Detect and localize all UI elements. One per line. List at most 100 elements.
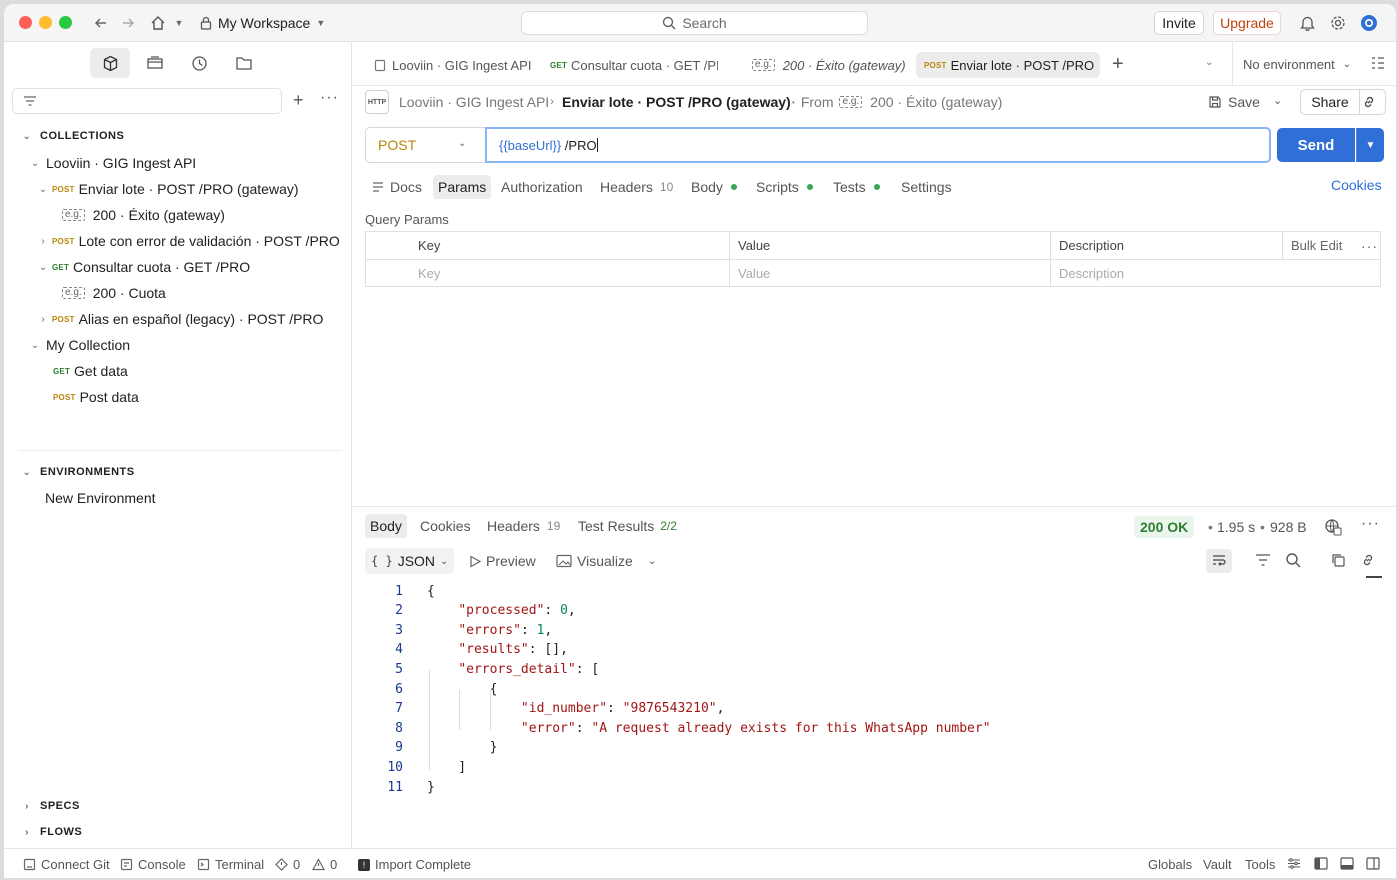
minimize-window-button[interactable] <box>39 16 52 29</box>
tree-request-lote-error[interactable]: › POST Lote con error de validación · PO… <box>4 228 352 254</box>
tab-docs[interactable]: Docs <box>367 175 427 199</box>
visualize-options-chevron-icon[interactable]: ⌄ <box>648 548 656 574</box>
status-badge[interactable]: 200 OK <box>1134 516 1195 538</box>
response-tab-test-results[interactable]: Test Results 2/2 <box>573 514 682 538</box>
layout-bottom-icon[interactable] <box>1340 857 1354 870</box>
tab-headers[interactable]: Headers 10 <box>595 175 678 199</box>
share-button[interactable]: Share <box>1301 90 1359 114</box>
environment-item[interactable]: New Environment <box>4 485 352 511</box>
tab-enviar-lote[interactable]: POST Enviar lote · POST /PRO <box>916 52 1100 78</box>
param-key-input[interactable]: Key <box>410 260 728 287</box>
environments-tab-icon[interactable] <box>135 48 175 78</box>
scrollbar[interactable] <box>1366 576 1382 578</box>
filter-input[interactable] <box>12 88 282 114</box>
tree-collection-looviin[interactable]: ⌄ Looviin · GIG Ingest API <box>4 150 352 176</box>
more-options-icon[interactable]: ··· <box>1353 232 1378 259</box>
environment-selector[interactable]: No environment ⌄ <box>1243 57 1351 72</box>
terminal-button[interactable]: Terminal <box>197 857 264 872</box>
search-input[interactable]: Search <box>521 11 868 35</box>
preview-button[interactable]: Preview <box>469 548 536 574</box>
tree-example-exito[interactable]: e.g. 200 · Éxito (gateway) <box>4 202 352 228</box>
forward-arrow-icon[interactable] <box>118 13 138 33</box>
tab-consultar-cuota[interactable]: GET Consultar cuota · GET /PI <box>542 52 718 78</box>
more-options-icon[interactable]: ··· <box>1361 515 1380 533</box>
collections-tab-icon[interactable] <box>90 48 130 78</box>
tree-request-get-data[interactable]: GET Get data <box>4 358 352 384</box>
new-tab-icon[interactable]: + <box>1112 53 1124 76</box>
maximize-window-button[interactable] <box>59 16 72 29</box>
cookies-link[interactable]: Cookies <box>1331 177 1382 193</box>
home-icon[interactable] <box>148 13 168 33</box>
import-status[interactable]: ! Import Complete <box>358 857 471 872</box>
layout-right-icon[interactable] <box>1366 857 1380 870</box>
workspace-selector[interactable]: My Workspace ▼ <box>200 13 325 33</box>
send-options-chevron-icon[interactable]: ▼ <box>1356 128 1384 162</box>
flows-heading[interactable]: › FLOWS <box>22 826 82 838</box>
tree-example-cuota[interactable]: e.g. 200 · Cuota <box>4 280 352 306</box>
param-value-input[interactable]: Value <box>730 260 1048 287</box>
layout-left-icon[interactable] <box>1314 857 1328 870</box>
tree-request-consultar-cuota[interactable]: ⌄ GET Consultar cuota · GET /PRO <box>4 254 352 280</box>
add-icon[interactable]: + <box>293 90 304 111</box>
response-divider[interactable] <box>352 506 1396 507</box>
back-arrow-icon[interactable] <box>91 13 111 33</box>
globals-button[interactable]: Globals <box>1148 857 1192 872</box>
response-time[interactable]: 1.95 s <box>1217 519 1255 535</box>
avatar[interactable] <box>1360 14 1378 32</box>
save-button[interactable]: Save <box>1208 94 1260 110</box>
environments-heading[interactable]: ⌄ ENVIRONMENTS <box>22 466 135 478</box>
tab-exito-example[interactable]: e.g. 200 · Éxito (gateway) <box>744 52 914 78</box>
more-options-icon[interactable]: ··· <box>320 89 339 107</box>
bulk-edit-button[interactable]: Bulk Edit <box>1283 232 1342 259</box>
from-example-link[interactable]: • From e.g. 200 · Éxito (gateway) <box>792 94 1002 110</box>
wrap-lines-icon[interactable] <box>1206 549 1232 573</box>
files-tab-icon[interactable] <box>224 48 264 78</box>
upgrade-button[interactable]: Upgrade <box>1213 11 1281 35</box>
response-tab-body[interactable]: Body <box>365 514 407 538</box>
warnings-indicator[interactable]: 0 <box>312 857 337 872</box>
save-options-chevron-icon[interactable]: ⌄ <box>1273 94 1282 107</box>
environment-quick-look-icon[interactable] <box>1370 55 1386 74</box>
tab-looviin-collection[interactable]: Looviin · GIG Ingest API <box>366 52 539 78</box>
url-input[interactable]: {{baseUrl}} /PRO <box>485 127 1271 163</box>
specs-heading[interactable]: › SPECS <box>22 800 80 812</box>
visualize-button[interactable]: Visualize <box>556 548 633 574</box>
errors-indicator[interactable]: 0 <box>275 857 300 872</box>
tab-params[interactable]: Params <box>433 175 492 199</box>
vault-button[interactable]: Vault <box>1203 857 1232 872</box>
link-icon[interactable] <box>1360 552 1376 571</box>
response-tab-headers[interactable]: Headers 19 <box>482 514 565 538</box>
method-select[interactable]: POST ⌄ <box>365 127 485 163</box>
tree-collection-my-collection[interactable]: ⌄ My Collection <box>4 332 352 358</box>
format-select[interactable]: { } JSON ⌄ <box>365 548 455 574</box>
tools-button[interactable]: Tools <box>1245 857 1275 872</box>
tab-tests[interactable]: Tests <box>828 175 885 199</box>
copy-icon[interactable] <box>1330 552 1346 571</box>
tree-request-alias[interactable]: › POST Alias en español (legacy) · POST … <box>4 306 352 332</box>
page-title[interactable]: Enviar lote · POST /PRO (gateway) <box>562 94 791 110</box>
tree-request-post-data[interactable]: POST Post data <box>4 384 352 410</box>
bell-icon[interactable] <box>1298 14 1316 32</box>
breadcrumb-collection[interactable]: Looviin · GIG Ingest API <box>399 94 549 110</box>
collections-heading[interactable]: ⌄ COLLECTIONS <box>22 130 124 142</box>
link-icon[interactable] <box>1361 94 1377 113</box>
invite-button[interactable]: Invite <box>1154 11 1204 35</box>
tab-authorization[interactable]: Authorization <box>496 175 588 199</box>
param-description-input[interactable]: Description <box>1051 260 1371 287</box>
tab-scripts[interactable]: Scripts <box>751 175 818 199</box>
network-icon[interactable] <box>1324 518 1342 539</box>
response-tab-cookies[interactable]: Cookies <box>415 514 476 538</box>
tab-body[interactable]: Body <box>686 175 742 199</box>
response-size[interactable]: 928 B <box>1270 519 1307 535</box>
close-window-button[interactable] <box>19 16 32 29</box>
console-button[interactable]: Console <box>120 857 186 872</box>
settings-sliders-icon[interactable] <box>1287 857 1301 870</box>
tabs-overflow-chevron-icon[interactable]: ⌄ <box>1205 57 1213 68</box>
tree-request-enviar-lote[interactable]: ⌄ POST Enviar lote · POST /PRO (gateway) <box>4 176 352 202</box>
search-icon[interactable] <box>1285 552 1301 571</box>
history-tab-icon[interactable] <box>179 48 219 78</box>
send-button[interactable]: Send <box>1277 128 1355 162</box>
home-menu-chevron-icon[interactable]: ▼ <box>169 13 189 33</box>
gear-icon[interactable] <box>1329 14 1347 32</box>
tab-settings[interactable]: Settings <box>896 175 957 199</box>
